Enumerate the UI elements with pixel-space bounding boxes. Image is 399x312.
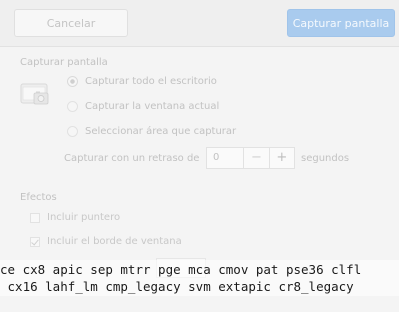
radio-icon[interactable] [67,125,78,137]
effects-section-title: Efectos [20,192,57,203]
checkbox-icon[interactable] [30,212,40,223]
option-label: Seleccionar área que capturar [85,125,237,137]
include-border-option[interactable]: Incluir el borde de ventana [30,235,182,248]
option-select-area[interactable]: Seleccionar área que capturar [67,124,236,138]
seconds-label: segundos [301,153,350,164]
delay-value[interactable]: 0 [207,148,243,168]
radio-icon[interactable] [67,100,78,112]
option-capture-window[interactable]: Capturar la ventana actual [67,99,219,113]
increment-button[interactable]: + [268,148,294,168]
radio-selected-icon[interactable] [67,75,78,87]
capture-screenshot-button[interactable]: Capturar pantalla [287,9,395,37]
option-capture-desktop[interactable]: Capturar todo el escritorio [67,74,217,88]
option-label: Incluir puntero [47,212,121,223]
screenshot-dialog: Cancelar Capturar pantalla Capturar pant… [0,0,399,312]
delay-stepper[interactable]: 0 − + [206,147,295,169]
include-pointer-option[interactable]: Incluir puntero [30,211,120,224]
delay-label: Capturar con un retraso de [64,153,200,164]
option-label: Capturar la ventana actual [85,100,220,112]
dialog-header: Cancelar Capturar pantalla [0,0,399,47]
capture-section-title: Capturar pantalla [20,57,108,68]
terminal-line-2: cx16 lahf_lm cmp_legacy svm extapic cr8_… [0,279,354,294]
decrement-button[interactable]: − [243,148,268,168]
terminal-line-1: ce cx8 apic sep mtrr pge mca cmov pat ps… [0,262,362,277]
checkbox-checked-icon[interactable] [30,236,40,247]
cancel-button[interactable]: Cancelar [14,9,128,37]
option-label: Incluir el borde de ventana [47,236,182,247]
option-label: Capturar todo el escritorio [85,75,217,87]
screenshot-icon [20,83,49,105]
